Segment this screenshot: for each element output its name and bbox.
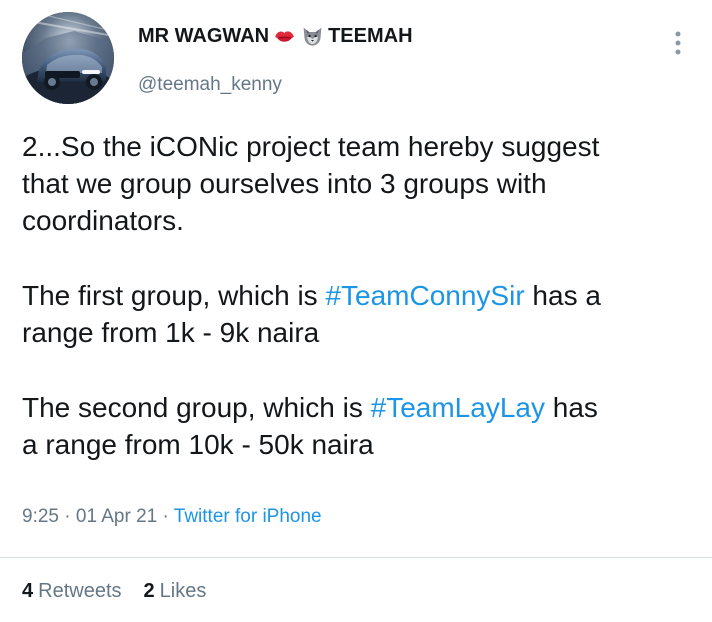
second-group-range: a range from 10k - 50k naira xyxy=(22,429,374,460)
second-group-text: The second group, which is xyxy=(22,392,371,423)
retweets-label: Retweets xyxy=(38,580,122,602)
likes-count: 2 xyxy=(143,580,155,602)
avatar-photo xyxy=(22,12,114,104)
tweet-card: MR WAGWAN TEEMAH @teemah_kenny 2...So th… xyxy=(0,0,712,622)
display-name-part-one: MR WAGWAN xyxy=(138,25,270,47)
avatar[interactable] xyxy=(22,12,114,104)
more-options-button[interactable] xyxy=(666,26,690,60)
first-group-suffix: has a xyxy=(524,280,601,311)
display-name-row[interactable]: MR WAGWAN TEEMAH xyxy=(138,23,638,49)
account-name-block: MR WAGWAN TEEMAH @teemah_kenny xyxy=(138,23,638,95)
tweet-text-line-two: that we group ourselves into 3 groups wi… xyxy=(22,168,547,199)
retweets-stat[interactable]: 4 Retweets xyxy=(22,576,122,606)
first-group-text: The first group, which is xyxy=(22,280,326,311)
display-name-part-two: TEEMAH xyxy=(328,25,413,47)
likes-label: Likes xyxy=(159,580,207,602)
tweet-text-line-three: coordinators. xyxy=(22,205,184,236)
more-vertical-icon xyxy=(675,31,681,55)
hashtag-team-lay-lay[interactable]: #TeamLayLay xyxy=(371,392,545,423)
tweet-stats: 4 Retweets 2 Likes xyxy=(22,576,206,606)
first-group-line: The first group, which is #TeamConnySir … xyxy=(22,277,690,314)
second-group-line: The second group, which is #TeamLayLay h… xyxy=(22,389,690,426)
username[interactable]: @teemah_kenny xyxy=(138,73,638,97)
first-group-range: range from 1k - 9k naira xyxy=(22,317,320,348)
retweets-count: 4 xyxy=(22,580,34,602)
wolf-face-icon xyxy=(303,27,322,46)
tweet-header: MR WAGWAN TEEMAH @teemah_kenny xyxy=(22,12,690,104)
meta-separator-two: · xyxy=(157,506,174,527)
hashtag-team-conny-sir[interactable]: #TeamConnySir xyxy=(325,280,524,311)
kiss-mark-icon xyxy=(275,30,294,42)
tweet-text-line-one: 2...So the iCONic project team hereby su… xyxy=(22,131,600,162)
stats-divider xyxy=(0,557,712,558)
tweet-time[interactable]: 9:25 xyxy=(22,506,59,527)
tweet-date[interactable]: 01 Apr 21 xyxy=(76,506,157,527)
second-group-suffix: has xyxy=(544,392,598,423)
tweet-source-link[interactable]: Twitter for iPhone xyxy=(174,506,322,527)
tweet-meta: 9:25 · 01 Apr 21 · Twitter for iPhone xyxy=(22,503,622,531)
meta-separator-one: · xyxy=(58,506,76,527)
likes-stat[interactable]: 2 Likes xyxy=(144,576,207,606)
tweet-text: 2...So the iCONic project team hereby su… xyxy=(22,128,690,463)
